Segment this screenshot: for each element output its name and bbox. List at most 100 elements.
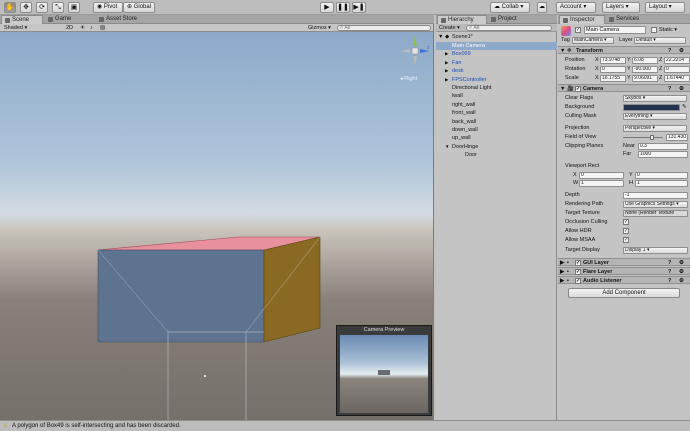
scene-view[interactable]: Shaded ▾ 2D ☀ ♪ ▨ Gizmos ▾ ⌕ All z y ◂ R…: [0, 24, 434, 420]
target-texture-field[interactable]: None (Render Texture: [623, 209, 688, 217]
far-input[interactable]: 1000: [638, 150, 688, 158]
gear-icon[interactable]: ⚙: [679, 268, 684, 276]
hierarchy-item[interactable]: Door: [436, 151, 557, 159]
help-icon[interactable]: ?: [668, 85, 671, 93]
hierarchy-search-input[interactable]: ⌕ All: [466, 25, 552, 31]
hierarchy-item[interactable]: ▼ DoorHinge: [436, 143, 557, 151]
active-checkbox[interactable]: ✓: [575, 27, 581, 33]
camera-enabled-checkbox[interactable]: ✓: [575, 86, 581, 92]
msaa-checkbox[interactable]: ✓: [623, 237, 629, 243]
tab-asset-store[interactable]: Asset Store: [96, 15, 148, 24]
component-enabled-checkbox[interactable]: ✓: [575, 278, 581, 284]
step-button[interactable]: ▶❚: [352, 2, 366, 13]
rect-tool-icon[interactable]: ▣: [68, 2, 80, 13]
layer-dropdown[interactable]: Default ▾: [634, 36, 686, 44]
layers-dropdown[interactable]: Layers ▾: [602, 2, 640, 13]
hierarchy-item[interactable]: Directional Light: [436, 84, 557, 92]
position-input[interactable]: 73.9748: [600, 56, 626, 64]
hierarchy-item[interactable]: down_wall: [436, 126, 557, 134]
component-header[interactable]: ▶ ▪ ✓ Flare Layer? ⚙: [558, 267, 690, 275]
vp-h-input[interactable]: 1: [635, 179, 688, 187]
component-enabled-checkbox[interactable]: ✓: [575, 269, 581, 275]
hierarchy-item[interactable]: ▶ FPSController: [436, 76, 557, 84]
transform-header[interactable]: ▼ ✥ Transform ? ⚙: [558, 46, 690, 54]
play-button[interactable]: ▶: [320, 2, 334, 13]
rendering-dropdown[interactable]: Use Graphics Settings ▾: [623, 200, 688, 208]
collapsed-arrow-icon[interactable]: ▶: [445, 67, 448, 75]
scale-input[interactable]: 1.67440: [664, 74, 690, 82]
help-icon[interactable]: ?: [668, 277, 671, 285]
gear-icon[interactable]: ⚙: [679, 259, 684, 267]
hierarchy-item[interactable]: up_wall: [436, 134, 557, 142]
tab-project[interactable]: Project: [488, 15, 530, 24]
collapsed-arrow-icon[interactable]: ▶: [560, 268, 564, 276]
hierarchy-item[interactable]: Main Camera: [436, 42, 557, 50]
collapsed-arrow-icon[interactable]: ▶: [560, 259, 564, 267]
hierarchy-item[interactable]: back_wall: [436, 118, 557, 126]
layout-dropdown[interactable]: Layout ▾: [645, 2, 685, 13]
add-component-button[interactable]: Add Component: [568, 288, 680, 298]
tab-services[interactable]: Services: [606, 15, 650, 24]
occlusion-checkbox[interactable]: ✓: [623, 219, 629, 225]
eyedropper-icon[interactable]: ✎: [682, 103, 687, 111]
tab-scene[interactable]: Scene: [1, 15, 43, 24]
scale-tool-icon[interactable]: ⤡: [52, 2, 64, 13]
gear-icon[interactable]: ⚙: [679, 85, 684, 93]
help-icon[interactable]: ?: [668, 47, 671, 55]
static-dropdown[interactable]: Static ▾: [659, 27, 677, 33]
collapse-arrow-icon[interactable]: ▼: [560, 85, 565, 93]
rotation-input[interactable]: 0: [664, 65, 690, 73]
component-enabled-checkbox[interactable]: ✓: [575, 260, 581, 266]
background-color-swatch[interactable]: [623, 103, 680, 111]
depth-input[interactable]: -1: [623, 191, 688, 199]
cloud-button[interactable]: ☁: [537, 2, 547, 13]
hdr-checkbox[interactable]: ✓: [623, 228, 629, 234]
static-checkbox[interactable]: [651, 27, 657, 33]
clear-flags-dropdown[interactable]: Skybox ▾: [623, 94, 687, 102]
projection-dropdown[interactable]: Perspective ▾: [623, 124, 687, 132]
scale-input[interactable]: 9.06091: [632, 74, 658, 82]
tag-dropdown[interactable]: MainCamera ▾: [572, 36, 614, 44]
display-dropdown[interactable]: Display 1 ▾: [623, 246, 688, 254]
gear-icon[interactable]: ⚙: [679, 277, 684, 285]
hierarchy-item[interactable]: ▶ desk: [436, 67, 557, 75]
gameobject-name-input[interactable]: Main Camera: [584, 26, 646, 34]
component-header[interactable]: ▶ ▪ ✓ GUI Layer? ⚙: [558, 258, 690, 266]
rotation-input[interactable]: 0: [600, 65, 626, 73]
position-input[interactable]: 22.2214: [664, 56, 690, 64]
hierarchy-item[interactable]: lwall: [436, 92, 557, 100]
vp-y-input[interactable]: 0: [635, 171, 688, 179]
tab-hierarchy[interactable]: Hierarchy: [437, 15, 487, 24]
scale-input[interactable]: 16.1755: [600, 74, 626, 82]
collapsed-arrow-icon[interactable]: ▶: [445, 50, 448, 58]
hierarchy-item[interactable]: ▶ Box099: [436, 50, 557, 58]
rotation-input[interactable]: -90.000: [632, 65, 658, 73]
fov-slider-thumb[interactable]: [650, 134, 655, 140]
move-tool-icon[interactable]: ✥: [20, 2, 32, 13]
tab-game[interactable]: Game: [45, 15, 85, 24]
collapsed-arrow-icon[interactable]: ▶: [560, 277, 564, 285]
pivot-toggle[interactable]: ◉ Pivot: [93, 2, 123, 13]
position-input[interactable]: 6.08: [632, 56, 658, 64]
fov-input[interactable]: 131.430: [666, 133, 688, 141]
culling-dropdown[interactable]: Everything ▾: [623, 112, 687, 120]
gear-icon[interactable]: ⚙: [679, 47, 684, 55]
collab-dropdown[interactable]: ☁ Collab ▾: [490, 2, 530, 13]
help-icon[interactable]: ?: [668, 268, 671, 276]
tab-inspector[interactable]: Inspector: [559, 15, 605, 24]
pause-button[interactable]: ❚❚: [336, 2, 350, 13]
expand-arrow-icon[interactable]: ▼: [438, 33, 443, 41]
account-dropdown[interactable]: Account ▾: [556, 2, 596, 13]
rotate-tool-icon[interactable]: ⟳: [36, 2, 48, 13]
collapsed-arrow-icon[interactable]: ▶: [445, 59, 448, 67]
camera-header[interactable]: ▼ 🎥 ✓ Camera ? ⚙: [558, 84, 690, 92]
scene-root[interactable]: ▼ ◆ Scene1*: [436, 33, 557, 41]
help-icon[interactable]: ?: [668, 259, 671, 267]
hierarchy-item[interactable]: front_wall: [436, 109, 557, 117]
hierarchy-item[interactable]: right_wall: [436, 101, 557, 109]
expand-arrow-icon[interactable]: ▼: [445, 143, 449, 151]
create-dropdown[interactable]: Create ▾: [439, 24, 460, 32]
near-input[interactable]: 0.3: [638, 142, 688, 150]
collapsed-arrow-icon[interactable]: ▶: [445, 76, 448, 84]
hand-tool-icon[interactable]: ✋: [4, 2, 16, 13]
